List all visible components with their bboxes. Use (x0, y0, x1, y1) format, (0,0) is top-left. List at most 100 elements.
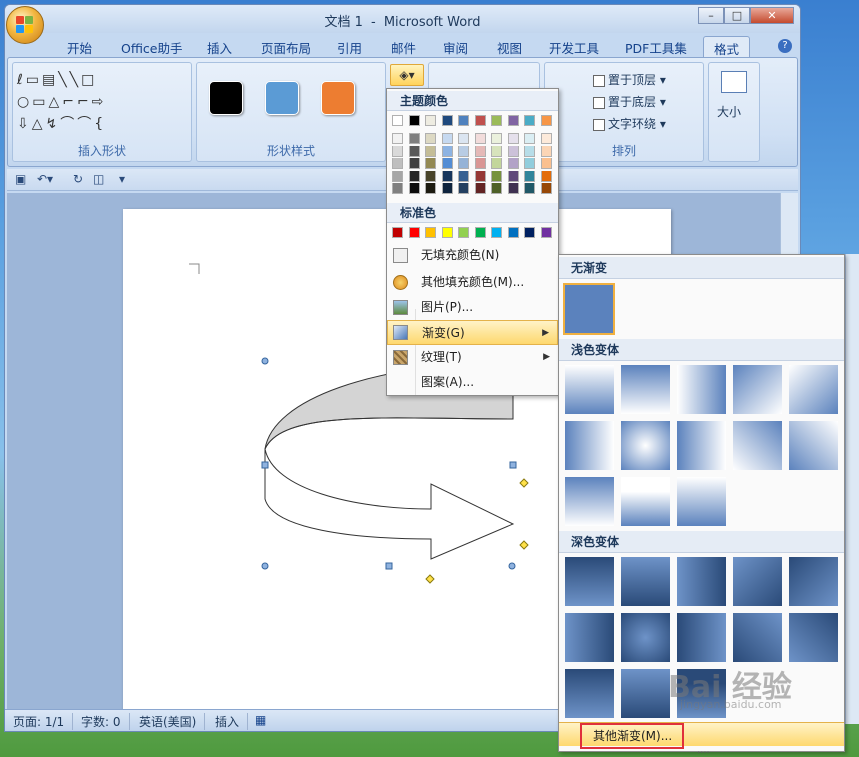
theme-shade-swatch[interactable] (524, 133, 535, 144)
standard-color-swatch[interactable] (507, 227, 519, 238)
tab-insert[interactable]: 插入 (207, 38, 232, 57)
send-to-back-button[interactable]: 置于底层 ▾ (593, 93, 666, 110)
tab-office-assistant[interactable]: Office助手 (121, 38, 183, 57)
light-gradient-tile[interactable] (733, 365, 782, 414)
theme-shade-swatch[interactable] (491, 133, 502, 144)
theme-shade-swatch[interactable] (441, 158, 453, 169)
style-swatch-black[interactable] (209, 81, 243, 115)
style-swatch-orange[interactable] (321, 81, 355, 115)
theme-shade-swatch[interactable] (425, 170, 436, 182)
theme-shade-swatch[interactable] (392, 170, 403, 182)
theme-shade-swatch[interactable] (474, 145, 486, 157)
theme-shade-swatch[interactable] (441, 183, 453, 194)
light-gradient-tile[interactable] (677, 477, 726, 526)
theme-color-swatch[interactable] (507, 115, 519, 126)
undo-icon[interactable]: ↶▾ (37, 172, 53, 186)
theme-color-swatch[interactable] (458, 115, 469, 126)
theme-color-swatch[interactable] (474, 115, 486, 126)
menu-texture[interactable]: 纹理(T) ▶ (387, 345, 558, 370)
standard-color-swatch[interactable] (491, 227, 502, 238)
light-gradient-tile[interactable] (789, 421, 838, 470)
theme-shade-swatch[interactable] (408, 170, 420, 182)
text-wrap-button[interactable]: 文字环绕 ▾ (593, 115, 666, 132)
theme-color-swatch[interactable] (491, 115, 502, 126)
redo-icon[interactable]: ↻ (73, 172, 83, 186)
standard-color-swatch[interactable] (441, 227, 453, 238)
theme-color-swatch[interactable] (392, 115, 403, 126)
theme-shade-swatch[interactable] (540, 145, 552, 157)
bring-to-front-button[interactable]: 置于顶层 ▾ (593, 71, 666, 88)
maximize-button[interactable]: □ (724, 7, 750, 24)
light-gradient-tile[interactable] (621, 365, 670, 414)
theme-shade-swatch[interactable] (491, 183, 502, 194)
light-gradient-tile[interactable] (565, 365, 614, 414)
dark-gradient-tile[interactable] (565, 557, 614, 606)
theme-shade-swatch[interactable] (491, 145, 502, 157)
tab-references[interactable]: 引用 (337, 38, 362, 57)
dark-gradient-tile[interactable] (677, 613, 726, 662)
theme-shade-swatch[interactable] (458, 133, 469, 144)
customize-qat-icon[interactable]: ▾ (119, 172, 125, 186)
theme-shade-swatch[interactable] (425, 145, 436, 157)
minimize-button[interactable]: – (698, 7, 724, 24)
close-button[interactable]: ✕ (750, 7, 794, 24)
light-gradient-tile[interactable] (565, 477, 614, 526)
theme-shade-swatch[interactable] (458, 145, 469, 157)
theme-color-swatch[interactable] (524, 115, 535, 126)
theme-shade-swatch[interactable] (524, 158, 535, 169)
theme-shade-swatch[interactable] (408, 145, 420, 157)
light-gradient-tile[interactable] (789, 365, 838, 414)
theme-shade-swatch[interactable] (392, 145, 403, 157)
status-insert-mode[interactable]: 插入 (215, 713, 249, 730)
standard-color-swatch[interactable] (392, 227, 403, 238)
theme-shade-swatch[interactable] (392, 133, 403, 144)
dark-gradient-tile[interactable] (621, 557, 670, 606)
light-gradient-tile[interactable] (621, 421, 670, 470)
theme-shade-swatch[interactable] (458, 170, 469, 182)
standard-color-swatch[interactable] (540, 227, 552, 238)
theme-shade-swatch[interactable] (540, 170, 552, 182)
dark-gradient-tile[interactable] (733, 613, 782, 662)
theme-shade-swatch[interactable] (425, 183, 436, 194)
status-words[interactable]: 字数: 0 (81, 713, 130, 730)
standard-color-swatch[interactable] (425, 227, 436, 238)
menu-no-fill[interactable]: 无填充颜色(N) (387, 243, 558, 268)
theme-shade-swatch[interactable] (524, 170, 535, 182)
tab-page-layout[interactable]: 页面布局 (261, 38, 311, 57)
theme-shade-swatch[interactable] (458, 158, 469, 169)
theme-shade-swatch[interactable] (474, 158, 486, 169)
theme-shade-swatch[interactable] (474, 170, 486, 182)
theme-shade-swatch[interactable] (392, 183, 403, 194)
standard-color-swatch[interactable] (458, 227, 469, 238)
status-page[interactable]: 页面: 1/1 (13, 713, 74, 730)
status-language[interactable]: 英语(美国) (139, 713, 206, 730)
standard-color-swatch[interactable] (474, 227, 486, 238)
theme-shade-swatch[interactable] (441, 170, 453, 182)
theme-shade-swatch[interactable] (474, 133, 486, 144)
theme-shade-swatch[interactable] (524, 183, 535, 194)
theme-shade-swatch[interactable] (491, 158, 502, 169)
panel-scrollbar[interactable] (845, 254, 859, 724)
theme-shade-swatch[interactable] (441, 133, 453, 144)
theme-shade-swatch[interactable] (507, 170, 519, 182)
help-icon[interactable]: ? (778, 39, 792, 53)
theme-shade-swatch[interactable] (425, 133, 436, 144)
dark-gradient-tile[interactable] (565, 613, 614, 662)
theme-shade-swatch[interactable] (441, 145, 453, 157)
theme-shade-swatch[interactable] (408, 133, 420, 144)
dark-gradient-tile[interactable] (733, 557, 782, 606)
theme-color-swatch[interactable] (441, 115, 453, 126)
theme-shade-swatch[interactable] (540, 183, 552, 194)
tab-pdf-tools[interactable]: PDF工具集 (625, 38, 687, 57)
light-gradient-tile[interactable] (677, 365, 726, 414)
theme-shade-swatch[interactable] (392, 158, 403, 169)
light-gradient-tile[interactable] (621, 477, 670, 526)
save-icon[interactable]: ▣ (15, 172, 26, 186)
theme-color-swatch[interactable] (408, 115, 420, 126)
tab-review[interactable]: 审阅 (443, 38, 468, 57)
size-button[interactable]: 大小 (717, 103, 741, 120)
theme-shade-swatch[interactable] (474, 183, 486, 194)
shape-fill-button[interactable]: ◈▾ (390, 64, 424, 86)
tab-developer[interactable]: 开发工具 (549, 38, 599, 57)
theme-shade-swatch[interactable] (408, 183, 420, 194)
